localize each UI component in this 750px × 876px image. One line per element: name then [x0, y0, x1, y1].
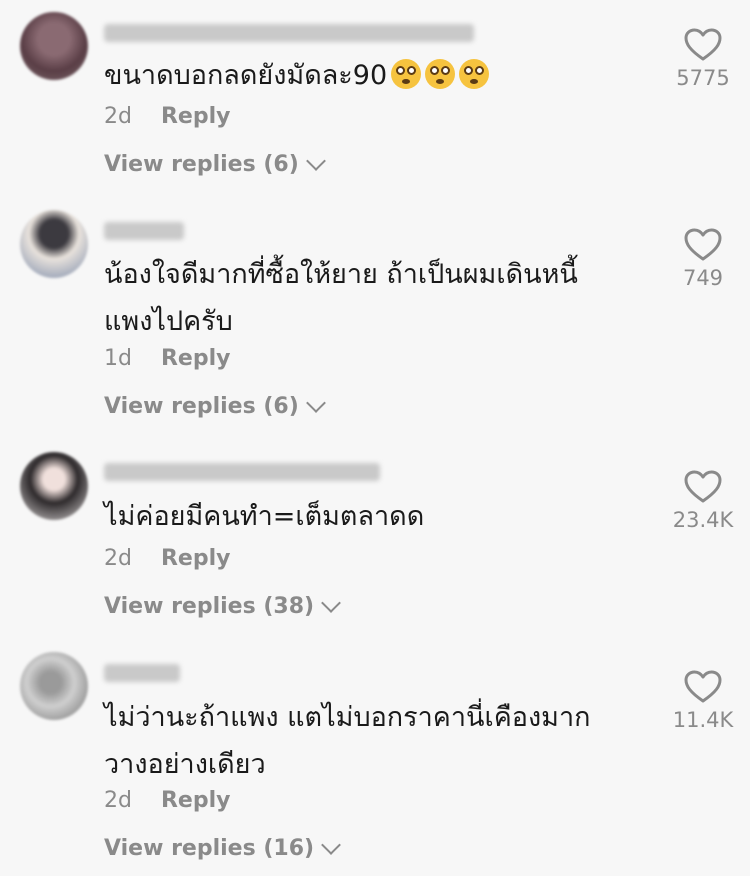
comment-text: ขนาดบอกลดยังมัดละ90 [104, 52, 664, 99]
like-button[interactable]: 11.4K [666, 670, 740, 732]
view-replies-label: View replies (6) [104, 152, 299, 177]
comment-meta: 2d Reply [104, 546, 230, 571]
view-replies-button[interactable]: View replies (6) [104, 392, 326, 419]
avatar[interactable] [20, 652, 88, 720]
avatar[interactable] [20, 210, 88, 278]
avatar[interactable] [20, 452, 88, 520]
comment-age: 2d [104, 104, 132, 129]
chevron-down-icon [305, 150, 326, 171]
like-count: 23.4K [672, 508, 734, 532]
avatar[interactable] [20, 12, 88, 80]
comment-text: ไม่ว่านะถ้าแพง แตไม่บอกราคานี่เคืองมาก ว… [104, 694, 664, 788]
flushed-face-icon [425, 59, 456, 89]
like-button[interactable]: 749 [666, 228, 740, 290]
reply-button[interactable]: Reply [161, 346, 231, 371]
comment-age: 1d [104, 346, 132, 371]
chevron-down-icon [321, 592, 341, 613]
username-blurred[interactable] [104, 664, 180, 682]
like-count: 5775 [676, 66, 730, 90]
comment-meta: 1d Reply [104, 346, 230, 371]
username-blurred[interactable] [104, 24, 474, 42]
comment-text: ไม่ค่อยมีคนทำ=เต็มตลาดด [104, 493, 664, 540]
username-blurred[interactable] [104, 463, 380, 481]
flushed-face-icon [459, 59, 490, 89]
comment-age: 2d [104, 546, 132, 571]
comment-text-line: น้องใจดีมากที่ซื้อให้ยาย ถ้าเป็นผมเดินหน… [104, 259, 578, 290]
comment-meta: 2d Reply [104, 104, 230, 129]
reply-button[interactable]: Reply [161, 546, 231, 571]
view-replies-label: View replies (38) [104, 594, 315, 619]
reply-button[interactable]: Reply [161, 104, 231, 129]
like-button[interactable]: 5775 [666, 28, 740, 90]
reply-button[interactable]: Reply [161, 788, 231, 813]
comment-text: น้องใจดีมากที่ซื้อให้ยาย ถ้าเป็นผมเดินหน… [104, 251, 664, 345]
comment-text-line: ไม่ค่อยมีคนทำ=เต็มตลาดด [104, 501, 425, 532]
comment-meta: 2d Reply [104, 788, 230, 813]
view-replies-label: View replies (16) [104, 836, 315, 861]
comment-text-line: ขนาดบอกลดยังมัดละ90 [104, 60, 388, 91]
view-replies-button[interactable]: View replies (16) [104, 834, 341, 861]
heart-icon [684, 470, 722, 503]
chevron-down-icon [305, 392, 326, 413]
heart-icon [684, 228, 722, 261]
view-replies-button[interactable]: View replies (6) [104, 150, 326, 177]
comment-text-line: วางอย่างเดียว [104, 749, 266, 780]
heart-icon [684, 670, 722, 703]
comments-panel: ขนาดบอกลดยังมัดละ90 2d Reply View replie… [0, 0, 750, 876]
comment-age: 2d [104, 788, 132, 813]
chevron-down-icon [321, 834, 341, 855]
like-button[interactable]: 23.4K [666, 470, 740, 532]
view-replies-label: View replies (6) [104, 394, 299, 419]
comment-text-line: ไม่ว่านะถ้าแพง แตไม่บอกราคานี่เคืองมาก [104, 702, 591, 733]
view-replies-button[interactable]: View replies (38) [104, 592, 341, 619]
comment-text-line: แพงไปครับ [104, 306, 233, 337]
username-blurred[interactable] [104, 222, 184, 240]
flushed-face-icon [391, 59, 422, 89]
like-count: 749 [682, 266, 724, 290]
like-count: 11.4K [672, 708, 734, 732]
heart-icon [684, 28, 722, 61]
